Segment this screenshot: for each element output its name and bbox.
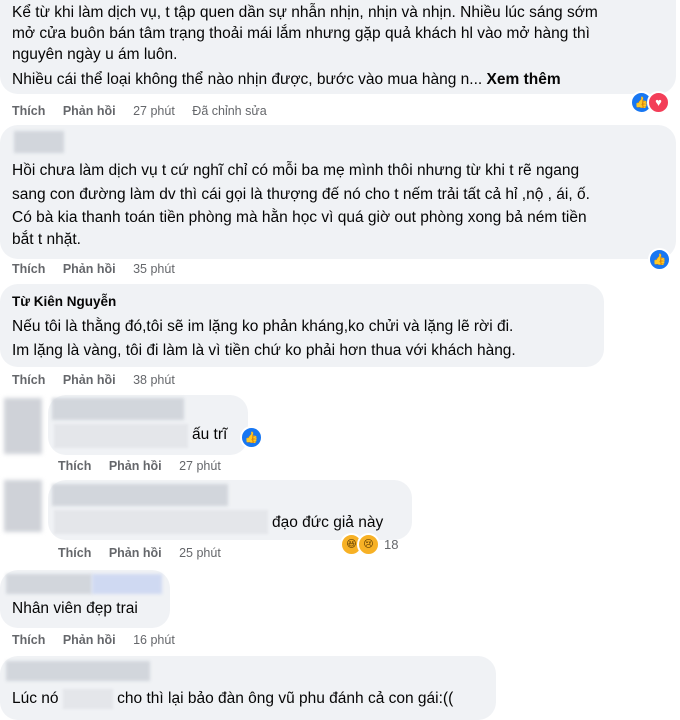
reply-button[interactable]: Phản hồi [109, 459, 162, 473]
comment-4-actions: Thích Phản hồi 27 phút [58, 459, 235, 473]
comment-timestamp[interactable]: 27 phút [179, 459, 221, 473]
avatar[interactable] [4, 398, 42, 454]
comment-timestamp[interactable]: 16 phút [133, 633, 175, 647]
love-reaction-icon: ♥ [647, 91, 670, 114]
like-button[interactable]: Thích [12, 262, 45, 276]
comment-1-line-4-text: Nhiều cái thể loại không thể nào nhịn đư… [12, 71, 483, 88]
comment-7-text-part-1: Lúc nó [12, 690, 59, 707]
comment-1-line-1: Kể từ khi làm dịch vụ, t tập quen dần sự… [12, 4, 598, 21]
comment-1-reactions[interactable]: 👍 ♥ [630, 91, 670, 114]
see-more-link[interactable]: Xem thêm [487, 71, 561, 88]
blurred-author-name [6, 574, 92, 594]
blurred-word [62, 688, 113, 709]
reply-button[interactable]: Phản hồi [63, 104, 116, 118]
reply-button[interactable]: Phản hồi [63, 633, 116, 647]
comment-2-line-1: Hồi chưa làm dịch vụ t cứ nghĩ chỉ có mỗ… [12, 162, 580, 179]
comment-4-reactions[interactable]: 👍 [240, 426, 263, 449]
edited-label: Đã chỉnh sửa [192, 104, 267, 118]
comment-7-text-part-2: cho thì lại bảo đàn ông vũ phu đánh cả c… [117, 690, 454, 707]
reply-button[interactable]: Phản hồi [63, 262, 116, 276]
blurred-text [54, 424, 188, 448]
comment-1-line-3: nguyên ngày u ám luôn. [12, 46, 178, 63]
like-reaction-icon: 👍 [648, 248, 671, 271]
blurred-author-name [52, 484, 228, 506]
like-button[interactable]: Thích [58, 459, 91, 473]
comment-1-line-2: mở cửa buôn bán tâm trạng thoải mái lắm … [12, 25, 590, 42]
comment-1-line-4: Nhiều cái thể loại không thể nào nhịn đư… [12, 69, 561, 90]
like-button[interactable]: Thích [12, 104, 45, 118]
comment-3-actions: Thích Phản hồi 38 phút [12, 373, 189, 387]
comment-2-reactions[interactable]: 👍 [648, 248, 671, 271]
comment-2-line-4: bắt t nhặt. [12, 231, 81, 248]
comment-6-text: Nhân viên đẹp trai [12, 600, 138, 617]
comment-7-text: Lúc nó cho thì lại bảo đàn ông vũ phu đá… [12, 688, 453, 709]
comment-timestamp[interactable]: 25 phút [179, 546, 221, 560]
like-button[interactable]: Thích [12, 373, 45, 387]
comment-5-actions: Thích Phản hồi 25 phút [58, 546, 235, 560]
comment-4-text: ấu trĩ [192, 426, 228, 443]
comment-3-line-1: Nếu tôi là thằng đó,tôi sẽ im lặng ko ph… [12, 318, 514, 335]
like-button[interactable]: Thích [12, 633, 45, 647]
comment-2-actions: Thích Phản hồi 35 phút [12, 262, 189, 276]
blurred-author-badge [92, 574, 162, 594]
sad-reaction-icon: 😢 [357, 533, 380, 556]
blurred-author-name [52, 398, 184, 420]
comment-timestamp[interactable]: 38 phút [133, 373, 175, 387]
blurred-text [54, 510, 268, 534]
like-reaction-icon: 👍 [240, 426, 263, 449]
comment-2-line-2: sang con đường làm dv thì cái gọi là thư… [12, 186, 590, 203]
blurred-author-name [6, 661, 150, 681]
comment-6-actions: Thích Phản hồi 16 phút [12, 633, 189, 647]
comment-5-reactions[interactable]: 😆 😢 18 [340, 533, 398, 556]
reply-button[interactable]: Phản hồi [109, 546, 162, 560]
blurred-author-name [14, 131, 64, 153]
reply-button[interactable]: Phản hồi [63, 373, 116, 387]
comment-3-line-2: Im lặng là vàng, tôi đi làm là vì tiền c… [12, 342, 516, 359]
comment-5-text: đạo đức giả này [272, 514, 384, 531]
comment-timestamp[interactable]: 27 phút [133, 104, 175, 118]
like-button[interactable]: Thích [58, 546, 91, 560]
comment-author-name[interactable]: Từ Kiên Nguyễn [12, 294, 116, 309]
comment-2-line-3: Có bà kia thanh toán tiền phòng mà hằn h… [12, 209, 587, 226]
comment-timestamp[interactable]: 35 phút [133, 262, 175, 276]
avatar[interactable] [4, 480, 42, 532]
comment-1-actions: Thích Phản hồi 27 phút Đã chỉnh sửa [12, 104, 281, 118]
reaction-count: 18 [384, 537, 399, 552]
